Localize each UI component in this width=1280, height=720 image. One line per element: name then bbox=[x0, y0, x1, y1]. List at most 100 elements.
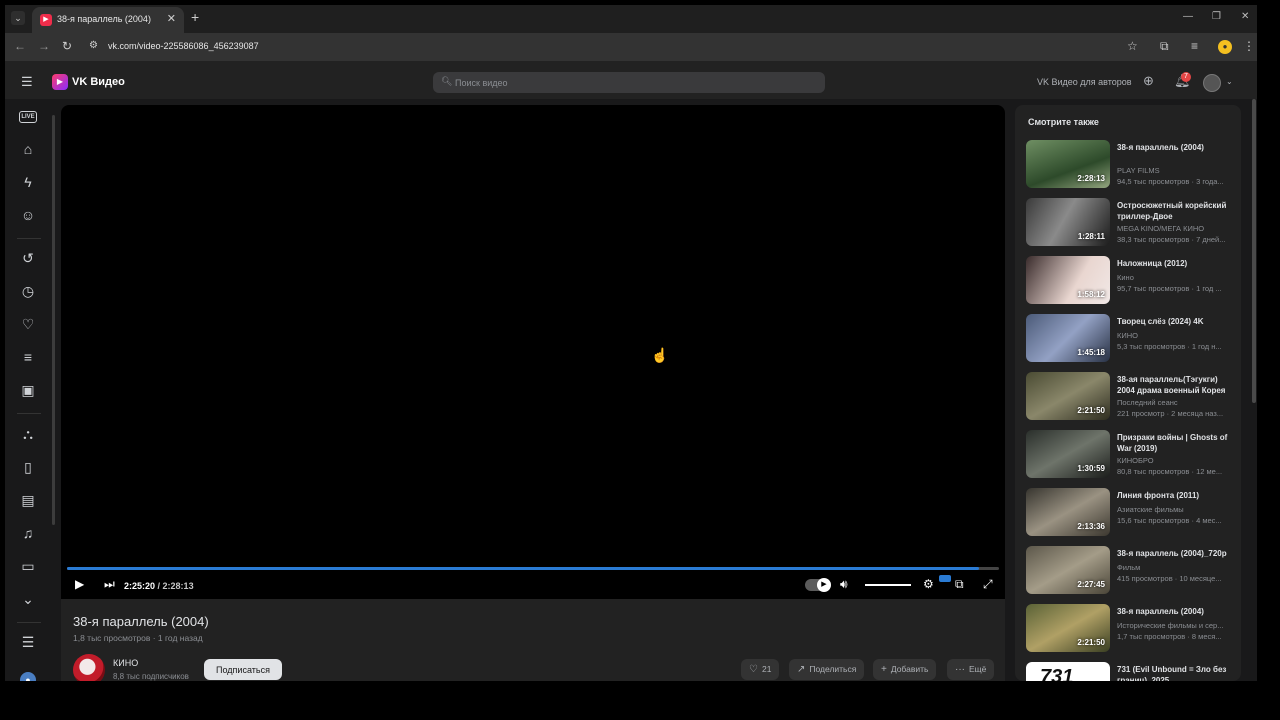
live-icon[interactable]: LIVE bbox=[19, 111, 37, 123]
chevron-down-icon[interactable]: ⌄ bbox=[1226, 77, 1233, 86]
card-title[interactable]: Наложница (2012) bbox=[1117, 259, 1233, 270]
tab-list-button[interactable]: ⌄ bbox=[11, 11, 25, 25]
volume-icon[interactable]: 🔊︎ bbox=[840, 577, 848, 592]
video-thumbnail[interactable]: 2:21:50 bbox=[1026, 372, 1110, 420]
card-channel[interactable]: Исторические фильмы и сер... bbox=[1117, 621, 1223, 630]
book-icon[interactable]: ▯ bbox=[19, 458, 37, 476]
card-title[interactable]: 38-я параллель (2004) bbox=[1117, 143, 1233, 154]
fullscreen-icon[interactable]: ⤢ bbox=[983, 577, 993, 592]
more-button[interactable]: ··· Ещё bbox=[947, 659, 995, 680]
movies-icon[interactable]: ▤ bbox=[19, 491, 37, 509]
lightning-icon[interactable]: ϟ bbox=[19, 173, 37, 191]
picture-in-picture-icon[interactable]: ⧉ bbox=[955, 577, 964, 592]
bookmark-star-icon[interactable]: ☆ bbox=[1127, 39, 1138, 53]
card-channel[interactable]: КИНО bbox=[1117, 331, 1138, 340]
video-thumbnail[interactable]: 1:45:18 bbox=[1026, 314, 1110, 362]
related-video-card[interactable]: 1:45:18 Творец слёз (2024) 4K КИНО 5,3 т… bbox=[1026, 314, 1236, 364]
card-title[interactable]: Творец слёз (2024) 4K bbox=[1117, 317, 1233, 328]
add-button[interactable]: + Добавить bbox=[873, 659, 937, 680]
tv-icon[interactable]: ▭ bbox=[19, 557, 37, 575]
tab-active[interactable]: ▶ 38-я параллель (2004) ✕ bbox=[32, 7, 184, 33]
card-channel[interactable]: Фильм bbox=[1117, 563, 1140, 572]
restore-icon[interactable]: ❐ bbox=[1212, 11, 1221, 22]
profile-icon[interactable]: ● bbox=[1218, 40, 1232, 54]
reload-icon[interactable]: ↻ bbox=[62, 39, 72, 53]
card-title[interactable]: 731 (Evil Unbound = Зло без границ), 202… bbox=[1117, 665, 1233, 681]
user-avatar[interactable] bbox=[1203, 74, 1221, 92]
volume-slider[interactable] bbox=[865, 584, 911, 586]
vk-video-logo-icon[interactable]: ▶ bbox=[52, 74, 68, 90]
forward-icon[interactable]: → bbox=[38, 39, 50, 53]
card-channel[interactable]: PLAY FILMS bbox=[1117, 166, 1160, 175]
video-player[interactable] bbox=[61, 105, 1005, 599]
authors-link[interactable]: VK Видео для авторов bbox=[1037, 77, 1132, 87]
share-button[interactable]: ↗ Поделиться bbox=[789, 659, 865, 680]
next-icon[interactable]: ⏭︎ bbox=[104, 577, 115, 592]
play-icon[interactable]: ▶ bbox=[75, 577, 84, 591]
chevron-down-icon[interactable]: ⌄ bbox=[19, 590, 37, 608]
window-close-icon[interactable]: ✕ bbox=[1241, 11, 1249, 22]
my-videos-icon[interactable]: ▣ bbox=[19, 381, 37, 399]
card-title[interactable]: 38-я параллель (2004) bbox=[1117, 607, 1233, 618]
card-channel[interactable]: MEGA KINO/МЕГА КИНО bbox=[1117, 224, 1204, 233]
related-video-card[interactable]: 2:27:45 38-я параллель (2004)_720p Фильм… bbox=[1026, 546, 1236, 596]
related-video-card[interactable]: 1:28:11 Остросюжетный корейский триллер-… bbox=[1026, 198, 1236, 248]
minimize-icon[interactable]: — bbox=[1183, 11, 1193, 22]
video-thumbnail[interactable]: 1:30:59 bbox=[1026, 430, 1110, 478]
progress-bar[interactable] bbox=[67, 567, 999, 570]
related-video-card[interactable]: 2:21:50 38-ая параллель(Тэгукги) 2004 др… bbox=[1026, 372, 1236, 422]
reading-list-icon[interactable]: ≡ bbox=[1191, 39, 1198, 53]
related-video-card[interactable]: 1:30:59 Призраки войны | Ghosts of War (… bbox=[1026, 430, 1236, 480]
user-avatar-icon[interactable]: ● bbox=[20, 672, 36, 681]
rail-scrollbar[interactable] bbox=[52, 115, 55, 525]
video-thumbnail[interactable]: 2:28:13 bbox=[1026, 140, 1110, 188]
page-scrollbar[interactable] bbox=[1252, 99, 1256, 403]
related-video-card[interactable]: 2:13:36 Линия фронта (2011) Азиатские фи… bbox=[1026, 488, 1236, 538]
address-bar[interactable]: vk.com/video-225586086_456239087 bbox=[108, 41, 259, 51]
autoplay-toggle[interactable]: ▶ bbox=[805, 578, 831, 592]
home-icon[interactable]: ⌂ bbox=[19, 140, 37, 158]
new-tab-button[interactable]: + bbox=[191, 9, 199, 25]
channel-name[interactable]: КИНО bbox=[113, 658, 138, 668]
card-channel[interactable]: Азиатские фильмы bbox=[1117, 505, 1184, 514]
site-settings-icon[interactable]: ⚙ bbox=[89, 40, 98, 51]
related-video-card[interactable]: 2:28:13 38-я параллель (2004) PLAY FILMS… bbox=[1026, 140, 1236, 190]
search-input[interactable] bbox=[455, 75, 815, 90]
browser-menu-icon[interactable]: ⋮ bbox=[1243, 39, 1255, 53]
extensions-icon[interactable]: ⧉ bbox=[1160, 39, 1169, 54]
channel-avatar[interactable] bbox=[73, 654, 105, 681]
card-title[interactable]: 38-я параллель (2004)_720p bbox=[1117, 549, 1233, 560]
watch-later-icon[interactable]: ◷ bbox=[19, 282, 37, 300]
site-logo[interactable]: VK Видео bbox=[72, 76, 125, 88]
related-video-card[interactable]: 2:21:50 38-я параллель (2004) Историческ… bbox=[1026, 604, 1236, 654]
playlist-add-icon[interactable]: ≡ bbox=[19, 348, 37, 366]
close-icon[interactable]: ✕ bbox=[167, 12, 176, 25]
card-title[interactable]: Призраки войны | Ghosts of War (2019) bbox=[1117, 433, 1233, 454]
card-title[interactable]: 38-ая параллель(Тэгукги) 2004 драма воен… bbox=[1117, 375, 1233, 396]
music-icon[interactable]: ♫ bbox=[19, 524, 37, 542]
card-channel[interactable]: КИНОБРО bbox=[1117, 456, 1154, 465]
subscribe-button[interactable]: Подписаться bbox=[204, 659, 282, 680]
video-thumbnail[interactable]: 2:21:50 bbox=[1026, 604, 1110, 652]
video-thumbnail[interactable]: 2:13:36 bbox=[1026, 488, 1110, 536]
clips-icon[interactable]: ☺ bbox=[19, 206, 37, 224]
video-thumbnail[interactable]: 2:27:45 bbox=[1026, 546, 1110, 594]
card-channel[interactable]: Последний сеанс bbox=[1117, 398, 1178, 407]
card-title[interactable]: Остросюжетный корейский триллер-Двое bbox=[1117, 201, 1233, 222]
back-icon[interactable]: ← bbox=[14, 39, 26, 53]
card-title[interactable]: Линия фронта (2011) bbox=[1117, 491, 1233, 502]
card-channel[interactable]: Кино bbox=[1117, 273, 1134, 282]
settings-gear-icon[interactable]: ⚙ bbox=[923, 577, 934, 591]
related-video-card[interactable]: 1:58:12 Наложница (2012) Кино 95,7 тыс п… bbox=[1026, 256, 1236, 306]
related-video-card[interactable]: 731 731 (Evil Unbound = Зло без границ),… bbox=[1026, 662, 1236, 681]
history-icon[interactable]: ↺ bbox=[19, 249, 37, 267]
subscriptions-icon[interactable]: ⛬ bbox=[19, 425, 37, 443]
settings-list-icon[interactable]: ☰ bbox=[19, 633, 37, 651]
heart-icon[interactable]: ♡ bbox=[19, 315, 37, 333]
menu-icon[interactable]: ☰ bbox=[21, 74, 33, 90]
upload-plus-icon[interactable]: ⊕ bbox=[1143, 73, 1154, 89]
video-thumbnail[interactable]: 1:58:12 bbox=[1026, 256, 1110, 304]
search-bar[interactable]: 🔍︎ bbox=[433, 72, 825, 93]
video-thumbnail[interactable]: 1:28:11 bbox=[1026, 198, 1110, 246]
video-thumbnail[interactable]: 731 bbox=[1026, 662, 1110, 681]
